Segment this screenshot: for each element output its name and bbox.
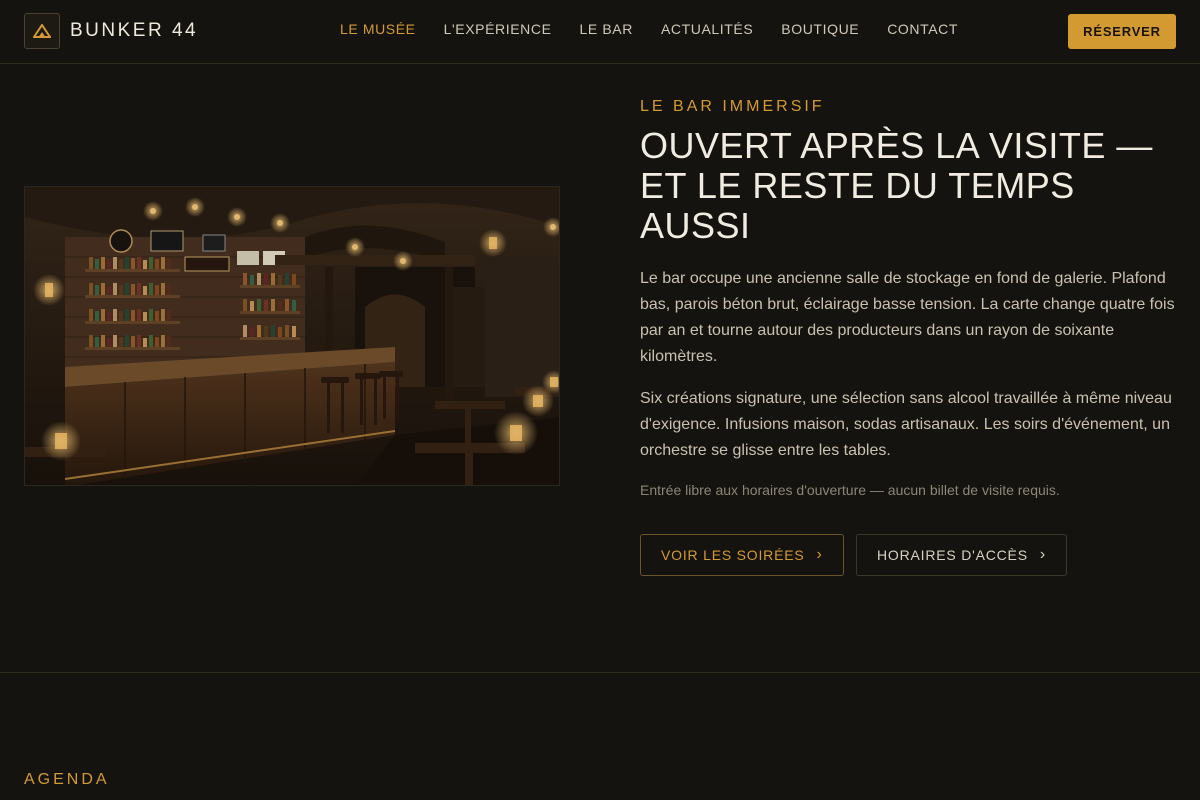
section-eyebrow: LE BAR IMMERSIF <box>640 98 825 115</box>
view-evenings-button[interactable]: VOIR LES SOIRÉES › <box>640 534 844 576</box>
chevron-right-icon: › <box>1039 546 1046 563</box>
brand-logo[interactable]: BUNKER 44 <box>24 13 198 49</box>
brand-name: BUNKER 44 <box>70 20 199 41</box>
nav-item-bar[interactable]: LE BAR <box>580 21 633 37</box>
bar-photo <box>24 186 560 486</box>
chevron-right-icon: › <box>816 546 823 563</box>
view-evenings-label: VOIR LES SOIRÉES <box>661 547 805 563</box>
detail-paragraph: Six créations signature, une sélection s… <box>640 390 1172 459</box>
section-divider <box>0 672 1200 673</box>
agenda-heading: AGENDA <box>24 771 110 788</box>
entry-note: Entrée libre aux horaires d'ouverture — … <box>640 482 1060 498</box>
access-hours-button[interactable]: HORAIRES D'ACCÈS › <box>856 534 1067 576</box>
main-nav: LE MUSÉE L'EXPÉRIENCE LE BAR ACTUALITÉS … <box>340 21 986 37</box>
mountain-triangle-icon <box>24 13 60 49</box>
nav-item-actualites[interactable]: ACTUALITÉS <box>661 21 753 37</box>
nav-item-contact[interactable]: CONTACT <box>887 21 958 37</box>
site-header: BUNKER 44 LE MUSÉE L'EXPÉRIENCE LE BAR A… <box>0 0 1200 64</box>
access-hours-label: HORAIRES D'ACCÈS <box>877 547 1028 563</box>
nav-item-experience[interactable]: L'EXPÉRIENCE <box>444 21 552 37</box>
nav-item-boutique[interactable]: BOUTIQUE <box>781 21 859 37</box>
reserve-button[interactable]: RÉSERVER <box>1068 14 1176 49</box>
page-title: OUVERT APRÈS LA VISITE — ET LE RESTE DU … <box>640 125 1153 246</box>
intro-paragraph: Le bar occupe une ancienne salle de stoc… <box>640 270 1175 365</box>
nav-item-musee[interactable]: LE MUSÉE <box>340 21 416 37</box>
